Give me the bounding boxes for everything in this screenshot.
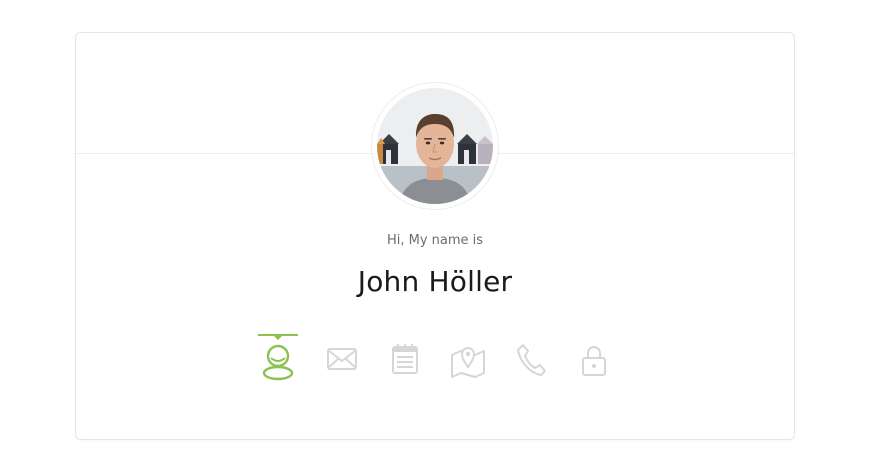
avatar-frame [371, 82, 499, 210]
tab-phone[interactable] [509, 333, 553, 385]
tab-email[interactable] [320, 333, 364, 385]
tab-map[interactable] [445, 333, 489, 385]
tab-lock[interactable] [572, 333, 616, 385]
profile-tab-bar [256, 333, 616, 385]
avatar [377, 88, 493, 204]
calendar-icon [392, 344, 418, 374]
user-icon [262, 344, 294, 381]
map-icon [451, 347, 485, 378]
greeting-text: Hi, My name is [386, 233, 484, 248]
profile-name: John Höller [357, 265, 513, 298]
active-indicator-notch [274, 336, 282, 340]
email-icon [327, 348, 357, 370]
phone-icon [517, 344, 546, 376]
lock-icon [582, 346, 606, 376]
tab-user[interactable] [256, 333, 300, 385]
tab-calendar[interactable] [383, 333, 427, 385]
profile-card: Hi, My name is John Höller [75, 32, 795, 440]
